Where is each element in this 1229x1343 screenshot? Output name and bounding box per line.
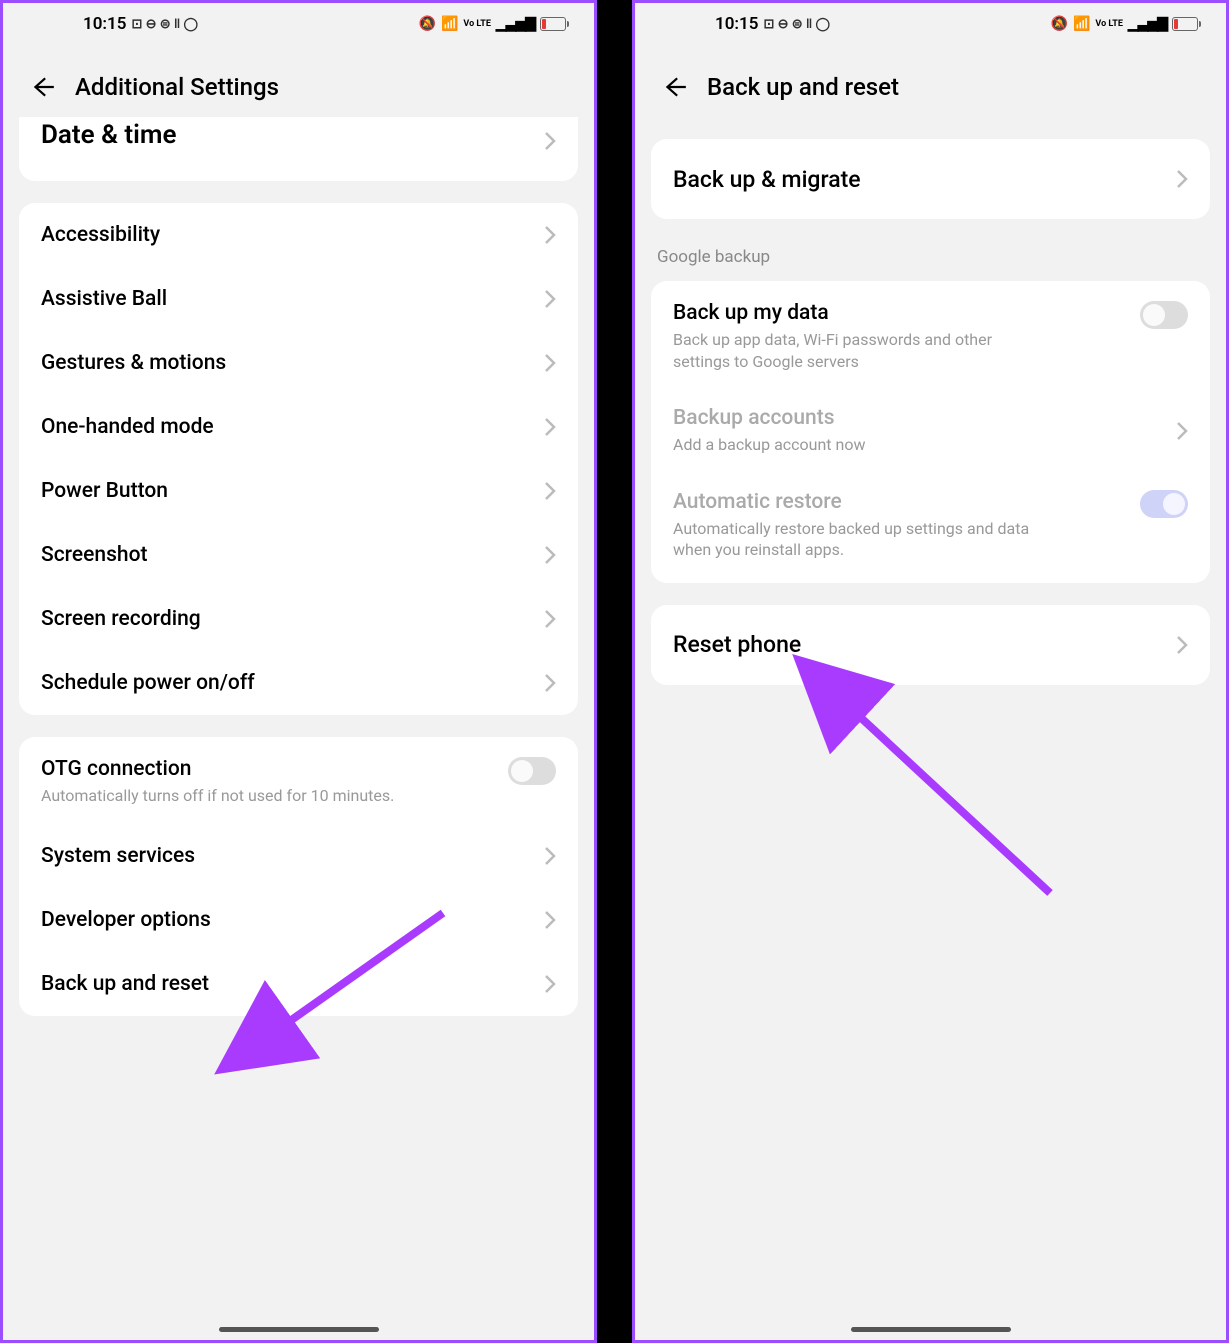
silent-icon: 🔕 [419,16,436,32]
wifi-icon: 📶 [1073,16,1090,32]
row-label: Assistive Ball [41,287,167,311]
row-label: Back up my data [673,301,1140,325]
status-left-icons: ⊡ ⊖ ⊜ ‖ ◯ [131,16,198,32]
row-label: OTG connection [41,757,508,781]
row-back-up-my-data[interactable]: Back up my data Back up app data, Wi-Fi … [651,281,1210,389]
row-schedule-power[interactable]: Schedule power on/off [19,651,578,715]
battery-icon [1172,17,1198,31]
row-back-up-migrate[interactable]: Back up & migrate [651,139,1210,219]
chevron-right-icon [544,974,556,994]
backup-my-data-toggle[interactable] [1140,301,1188,329]
chevron-right-icon [544,846,556,866]
section-header-google-backup: Google backup [651,241,1210,281]
home-indicator[interactable] [219,1327,379,1332]
status-bar: 10:15 ⊡ ⊖ ⊜ ‖ ◯ 🔕 📶 Vo LTE ▁▃▅▇ [635,3,1226,45]
row-label: Back up & migrate [673,166,861,193]
chevron-right-icon [544,673,556,693]
chevron-right-icon [1176,635,1188,655]
row-backup-accounts[interactable]: Backup accounts Add a backup account now [651,389,1210,473]
row-one-handed-mode[interactable]: One-handed mode [19,395,578,459]
silent-icon: 🔕 [1051,16,1068,32]
row-label: One-handed mode [41,415,214,439]
chevron-right-icon [544,481,556,501]
screenshot-divider [597,0,632,1343]
chevron-right-icon [544,609,556,629]
row-automatic-restore[interactable]: Automatic restore Automatically restore … [651,473,1210,583]
row-subtitle: Add a backup account now [673,434,1053,456]
home-indicator[interactable] [851,1327,1011,1332]
automatic-restore-toggle[interactable] [1140,490,1188,518]
card-backup-migrate: Back up & migrate [651,139,1210,219]
volte-icon: Vo LTE [463,20,491,29]
row-label: Schedule power on/off [41,671,255,695]
row-label: Date & time [41,120,177,150]
row-subtitle: Automatically turns off if not used for … [41,785,421,807]
row-system-services[interactable]: System services [19,824,578,888]
page-title: Additional Settings [75,73,279,101]
status-left-icons: ⊡ ⊖ ⊜ ‖ ◯ [763,16,830,32]
annotation-arrow-right [815,663,1075,927]
row-label: Back up and reset [41,972,209,996]
row-label: Screenshot [41,543,147,567]
card-reset: Reset phone [651,605,1210,685]
row-screen-recording[interactable]: Screen recording [19,587,578,651]
card-advanced: OTG connection Automatically turns off i… [19,737,578,1016]
row-gestures-motions[interactable]: Gestures & motions [19,331,578,395]
volte-icon: Vo LTE [1095,20,1123,29]
row-label: Gestures & motions [41,351,226,375]
row-subtitle: Automatically restore backed up settings… [673,518,1053,561]
chevron-right-icon [544,225,556,245]
row-accessibility[interactable]: Accessibility [19,203,578,267]
battery-icon [540,17,566,31]
row-date-time[interactable]: Date & time [19,117,578,181]
row-label: Power Button [41,479,168,503]
otg-toggle[interactable] [508,757,556,785]
row-assistive-ball[interactable]: Assistive Ball [19,267,578,331]
page-title: Back up and reset [707,73,899,101]
row-subtitle: Back up app data, Wi-Fi passwords and ot… [673,329,1053,372]
row-label: Accessibility [41,223,160,247]
row-otg-connection[interactable]: OTG connection Automatically turns off i… [19,737,578,824]
chevron-right-icon [544,417,556,437]
card-google-backup: Back up my data Back up app data, Wi-Fi … [651,281,1210,583]
settings-list[interactable]: Back up & migrate Google backup Back up … [635,139,1226,685]
row-power-button[interactable]: Power Button [19,459,578,523]
settings-list[interactable]: Date & time Accessibility Assistive Ball… [3,117,594,1016]
chevron-right-icon [544,353,556,373]
app-header: Back up and reset [635,45,1226,129]
row-label: Developer options [41,908,211,932]
chevron-right-icon [544,131,556,151]
row-reset-phone[interactable]: Reset phone [651,605,1210,685]
back-button[interactable] [661,73,689,101]
row-label: Screen recording [41,607,201,631]
row-developer-options[interactable]: Developer options [19,888,578,952]
chevron-right-icon [544,545,556,565]
chevron-right-icon [544,289,556,309]
screen-back-up-and-reset: 10:15 ⊡ ⊖ ⊜ ‖ ◯ 🔕 📶 Vo LTE ▁▃▅▇ Back up … [632,0,1229,1343]
back-button[interactable] [29,73,57,101]
card-general: Accessibility Assistive Ball Gestures & … [19,203,578,715]
row-screenshot[interactable]: Screenshot [19,523,578,587]
status-bar: 10:15 ⊡ ⊖ ⊜ ‖ ◯ 🔕 📶 Vo LTE ▁▃▅▇ [3,3,594,45]
chevron-right-icon [1176,421,1188,441]
row-label: System services [41,844,195,868]
signal-icon: ▁▃▅▇ [496,16,535,32]
chevron-right-icon [1176,169,1188,189]
row-label: Automatic restore [673,490,1140,514]
screen-additional-settings: 10:15 ⊡ ⊖ ⊜ ‖ ◯ 🔕 📶 Vo LTE ▁▃▅▇ Addition… [0,0,597,1343]
row-label: Reset phone [673,631,801,658]
row-back-up-and-reset[interactable]: Back up and reset [19,952,578,1016]
chevron-right-icon [544,910,556,930]
card-datetime-partial: Date & time [19,117,578,181]
wifi-icon: 📶 [441,16,458,32]
row-label: Backup accounts [673,406,1176,430]
signal-icon: ▁▃▅▇ [1128,16,1167,32]
status-time: 10:15 [715,14,758,34]
status-time: 10:15 [83,14,126,34]
